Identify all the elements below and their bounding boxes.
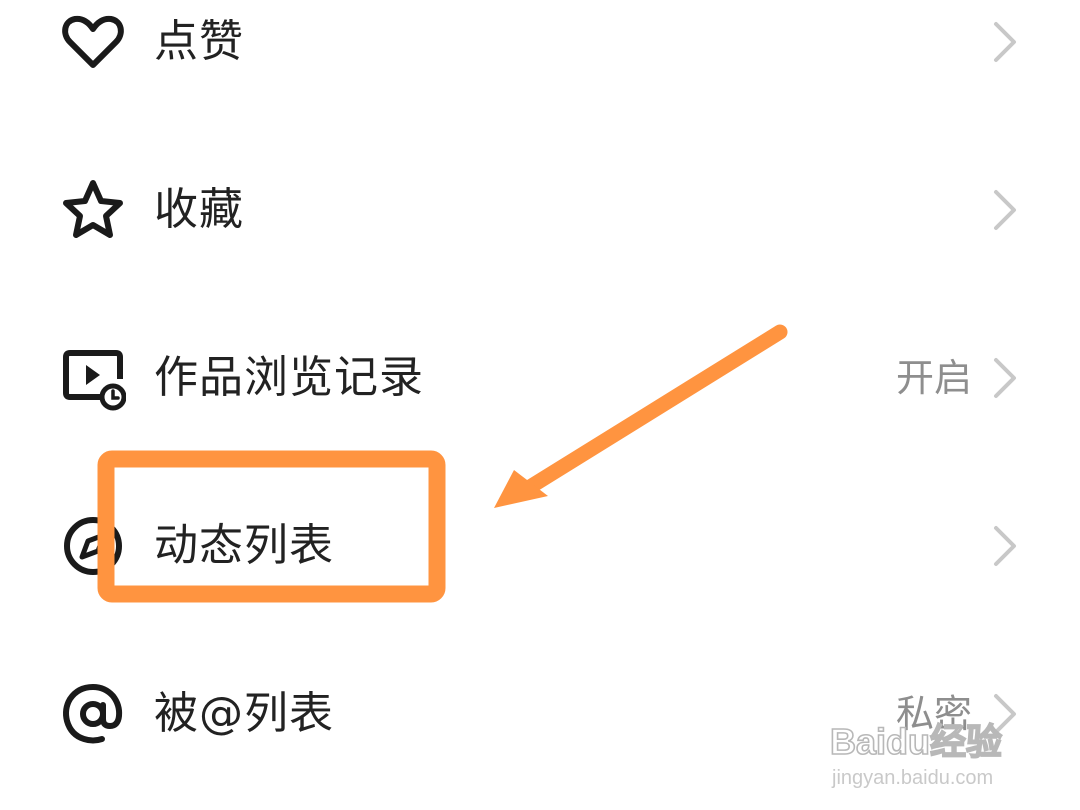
row-label: 被@列表 bbox=[154, 688, 334, 739]
video-history-icon bbox=[60, 345, 126, 411]
chevron-right-icon bbox=[990, 356, 1020, 400]
row-label: 点赞 bbox=[154, 16, 244, 67]
row-activity-list[interactable]: 动态列表 bbox=[0, 486, 1080, 606]
row-likes[interactable]: 点赞 bbox=[0, 0, 1080, 102]
row-favorites[interactable]: 收藏 bbox=[0, 150, 1080, 270]
chevron-right-icon bbox=[990, 692, 1020, 736]
chevron-right-icon bbox=[990, 188, 1020, 232]
compass-icon bbox=[60, 513, 126, 579]
settings-list: 点赞 收藏 作品浏览记录 开启 动态列表 被@列表 私密 bbox=[0, 0, 1080, 810]
heart-icon bbox=[60, 9, 126, 75]
row-value: 开启 bbox=[895, 356, 972, 400]
star-icon bbox=[60, 177, 126, 243]
at-sign-icon bbox=[60, 681, 126, 747]
row-mentions-list[interactable]: 被@列表 私密 bbox=[0, 654, 1080, 774]
chevron-right-icon bbox=[990, 20, 1020, 64]
row-label: 收藏 bbox=[154, 184, 244, 235]
row-browse-history[interactable]: 作品浏览记录 开启 bbox=[0, 318, 1080, 438]
row-value: 私密 bbox=[895, 692, 972, 736]
row-label: 动态列表 bbox=[154, 520, 334, 571]
chevron-right-icon bbox=[990, 524, 1020, 568]
row-label: 作品浏览记录 bbox=[154, 352, 424, 403]
